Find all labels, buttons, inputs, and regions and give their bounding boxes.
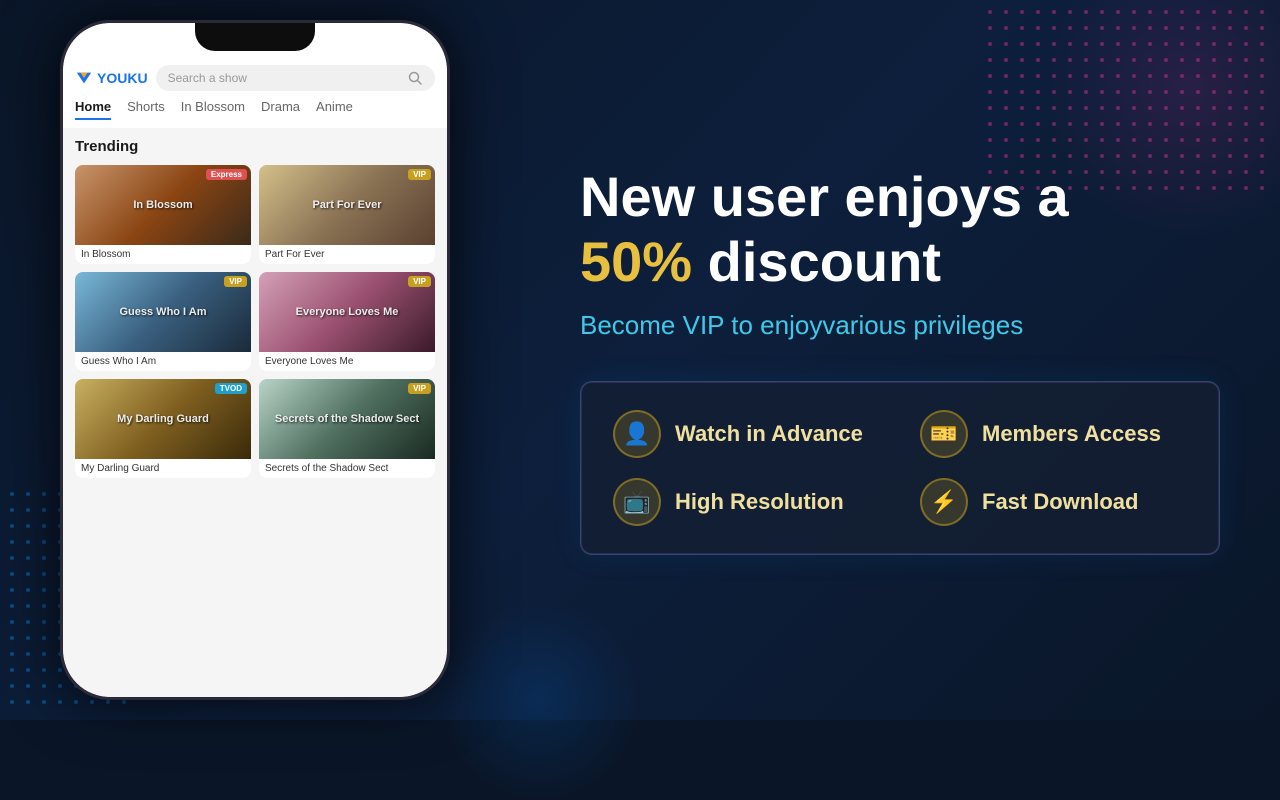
show-thumbnail: Guess Who I Am VIP: [75, 272, 251, 352]
show-title: My Darling Guard: [75, 459, 251, 478]
show-thumbnail-label: In Blossom: [129, 195, 196, 215]
show-thumbnail: In Blossom Express: [75, 165, 251, 245]
trending-title: Trending: [75, 138, 435, 155]
search-bar[interactable]: Search a show: [156, 65, 435, 91]
show-badge: VIP: [224, 276, 247, 287]
phone-screen: YOUKU Search a show Home Shorts In Blos: [63, 23, 447, 697]
nav-tabs: Home Shorts In Blossom Drama Anime: [63, 99, 447, 128]
show-thumbnail-label: Everyone Loves Me: [292, 302, 403, 322]
show-badge: VIP: [408, 276, 431, 287]
show-badge: VIP: [408, 169, 431, 180]
show-thumbnail-label: Part For Ever: [308, 195, 385, 215]
show-title: In Blossom: [75, 245, 251, 264]
show-title: Part For Ever: [259, 245, 435, 264]
show-thumbnail-label: My Darling Guard: [113, 409, 213, 429]
show-title: Everyone Loves Me: [259, 352, 435, 371]
shows-grid: In Blossom Express In Blossom Part For Ever…: [75, 165, 435, 478]
phone-mockup: YOUKU Search a show Home Shorts In Blos: [60, 20, 480, 710]
show-card[interactable]: In Blossom Express In Blossom: [75, 165, 251, 264]
promo-area: New user enjoys a 50% discount Become VI…: [520, 0, 1280, 720]
tab-drama[interactable]: Drama: [261, 99, 300, 120]
tab-home[interactable]: Home: [75, 99, 111, 120]
show-badge: TVOD: [215, 383, 247, 394]
promo-headline: New user enjoys a 50% discount: [580, 165, 1220, 294]
feature-icon: 📺: [613, 478, 661, 526]
phone-frame: YOUKU Search a show Home Shorts In Blos: [60, 20, 450, 700]
show-thumbnail: Everyone Loves Me VIP: [259, 272, 435, 352]
feature-label: Watch in Advance: [675, 421, 863, 447]
youku-logo-icon: [75, 69, 93, 87]
feature-item-0: 👤 Watch in Advance: [613, 410, 880, 458]
tab-shorts[interactable]: Shorts: [127, 99, 165, 120]
feature-item-2: 📺 High Resolution: [613, 478, 880, 526]
show-thumbnail-label: Secrets of the Shadow Sect: [271, 409, 423, 429]
show-thumbnail-label: Guess Who I Am: [116, 302, 211, 322]
phone-side-button: [448, 143, 450, 193]
feature-icon: ⚡: [920, 478, 968, 526]
search-icon[interactable]: [407, 70, 423, 86]
show-badge: VIP: [408, 383, 431, 394]
feature-item-3: ⚡ Fast Download: [920, 478, 1187, 526]
phone-notch: [195, 23, 315, 51]
youku-brand-text: YOUKU: [97, 70, 148, 86]
show-card[interactable]: My Darling Guard TVOD My Darling Guard: [75, 379, 251, 478]
content-area: Trending In Blossom Express In Blossom Part…: [63, 128, 447, 697]
show-title: Secrets of the Shadow Sect: [259, 459, 435, 478]
search-placeholder: Search a show: [168, 71, 401, 85]
show-card[interactable]: Everyone Loves Me VIP Everyone Loves Me: [259, 272, 435, 371]
show-card[interactable]: Guess Who I Am VIP Guess Who I Am: [75, 272, 251, 371]
show-thumbnail: My Darling Guard TVOD: [75, 379, 251, 459]
show-thumbnail: Part For Ever VIP: [259, 165, 435, 245]
features-box: 👤 Watch in Advance 🎫 Members Access 📺 High Re…: [580, 381, 1220, 555]
show-badge: Express: [206, 169, 247, 180]
show-card[interactable]: Secrets of the Shadow SectVIPSecrets of …: [259, 379, 435, 478]
feature-label: Fast Download: [982, 489, 1138, 515]
feature-icon: 🎫: [920, 410, 968, 458]
headline-line3: discount: [708, 230, 941, 293]
tab-in-blossom[interactable]: In Blossom: [181, 99, 245, 120]
show-card[interactable]: Part For Ever VIP Part For Ever: [259, 165, 435, 264]
show-title: Guess Who I Am: [75, 352, 251, 371]
feature-label: High Resolution: [675, 489, 844, 515]
feature-item-1: 🎫 Members Access: [920, 410, 1187, 458]
youku-logo: YOUKU: [75, 69, 148, 87]
headline-discount: 50%: [580, 230, 692, 293]
tab-anime[interactable]: Anime: [316, 99, 353, 120]
feature-label: Members Access: [982, 421, 1161, 447]
show-thumbnail: Secrets of the Shadow Sect VIP: [259, 379, 435, 459]
promo-subtitle: Become VIP to enjoyvarious privileges: [580, 310, 1220, 341]
headline-line1: New user enjoys a: [580, 165, 1069, 228]
app-header: YOUKU Search a show: [63, 59, 447, 99]
feature-icon: 👤: [613, 410, 661, 458]
